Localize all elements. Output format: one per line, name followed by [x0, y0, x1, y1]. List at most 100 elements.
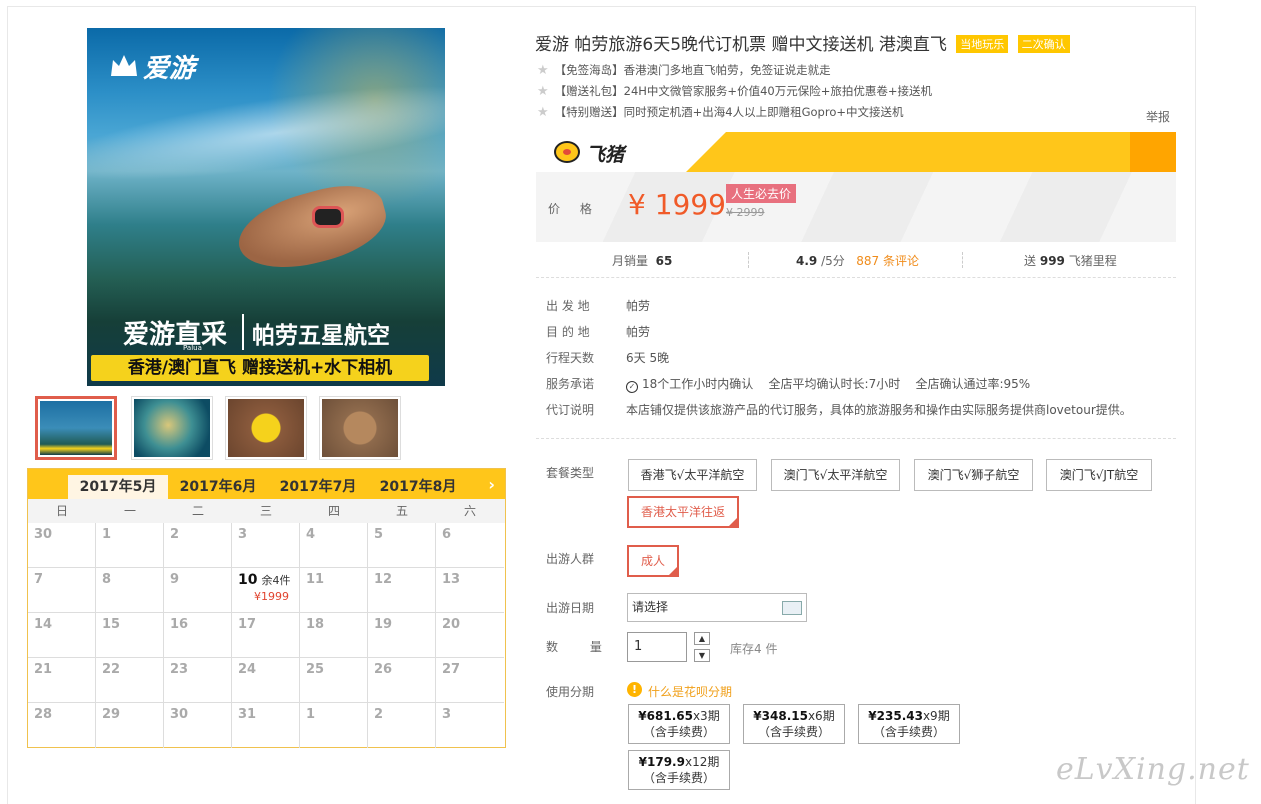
thumbnail-1[interactable]: [35, 396, 117, 460]
package-label: 套餐类型: [546, 466, 595, 480]
product-title-text: 爱游 帕劳旅游6天5晚代订机票 赠中文接送机 港澳直飞: [535, 35, 947, 55]
calendar-day-number: 20: [442, 617, 461, 632]
thumbnail-2[interactable]: [131, 396, 213, 460]
tab-month-4[interactable]: 2017年8月: [368, 475, 468, 499]
calendar-day-cell: 30: [164, 703, 232, 748]
brand-logo-text: 爱游: [143, 54, 196, 84]
weekday-label: 一: [123, 504, 136, 518]
weekday-label: 六: [463, 504, 476, 518]
calendar-day-number: 2: [170, 527, 180, 542]
calendar-day-number: 5: [374, 527, 384, 542]
calendar-day-number: 29: [102, 707, 121, 722]
quantity-label: 数 量: [546, 640, 616, 654]
rating: 4.9 /5分 887 条评论: [796, 254, 919, 268]
chevron-up-icon[interactable]: ▲: [694, 632, 710, 645]
package-option[interactable]: 澳门飞√太平洋航空: [771, 459, 900, 491]
tab-month-2[interactable]: 2017年6月: [168, 475, 268, 499]
info-service: 服务承诺 ✓ 18个工作小时内确认 全店平均确认时长:7小时 全店确认通过率:95%: [546, 377, 1031, 393]
package-option-selected[interactable]: 香港太平洋往返: [627, 496, 739, 528]
calendar-day-cell: 5: [368, 523, 436, 568]
monthly-sales: 月销量 65: [612, 254, 673, 268]
calendar-day-cell: 7: [28, 568, 96, 613]
chevron-down-icon[interactable]: ▼: [694, 649, 710, 662]
calendar-day-number: 26: [374, 662, 393, 677]
installment-option[interactable]: ¥681.65x3期 （含手续费）: [628, 704, 730, 744]
quantity-input[interactable]: 1: [627, 632, 687, 662]
calendar-day-number: 6: [442, 527, 452, 542]
calendar-day-number: 15: [102, 617, 121, 632]
package-option[interactable]: 澳门飞√狮子航空: [914, 459, 1033, 491]
date-select-input[interactable]: 请选择: [627, 593, 807, 622]
calendar-day-cell: 17: [232, 613, 300, 658]
weekday-label: 二: [191, 504, 204, 518]
calendar-day-cell: 12: [368, 568, 436, 613]
package-option[interactable]: 澳门飞√JT航空: [1046, 459, 1152, 491]
current-price: ¥ 1999: [628, 188, 726, 221]
crowd-label: 出游人群: [546, 552, 595, 566]
calendar-day-cell[interactable]: 10 余4件 ¥1999: [232, 568, 300, 613]
tab-month-1[interactable]: 2017年5月: [68, 475, 168, 499]
calendar-day-cell: 2: [368, 703, 436, 748]
palua-small-text: Palua: [183, 344, 202, 352]
calendar-day-cell: 1: [300, 703, 368, 748]
calendar-icon[interactable]: [782, 601, 802, 615]
product-main-image[interactable]: 爱游 爱游直采 帕劳五星航空 Palua 香港/澳门直飞 赠接送机+水下相机: [87, 28, 445, 386]
calendar-day-cell: 22: [96, 658, 164, 703]
info-circle-icon: !: [627, 682, 642, 697]
calendar-day-number: 30: [170, 707, 189, 722]
calendar-day-cell: 26: [368, 658, 436, 703]
calendar-stock-left: 余4件: [261, 574, 291, 587]
calendar-day-cell: 3: [436, 703, 504, 748]
thumbnail-3[interactable]: [225, 396, 307, 460]
banner-left-text: 爱游直采: [123, 320, 228, 350]
calendar-day-number: 28: [34, 707, 53, 722]
feature-item: ★ 【赠送礼包】24H中文微管家服务+价值40万元保险+旅拍优惠卷+接送机: [537, 84, 932, 99]
calendar-day-cell: 28: [28, 703, 96, 748]
installment-option[interactable]: ¥179.9x12期 （含手续费）: [628, 750, 730, 790]
calendar-day-cell: 9: [164, 568, 232, 613]
info-destination: 目 的 地帕劳: [546, 325, 651, 339]
calendar-day-number: 21: [34, 662, 53, 677]
calendar-day-number: 3: [238, 527, 248, 542]
calendar-day-number: 24: [238, 662, 257, 677]
check-circle-icon: ✓: [626, 381, 638, 393]
calendar-day-number: 9: [170, 572, 180, 587]
calendar-day-number: 10: [238, 572, 258, 588]
calendar-day-cell: 19: [368, 613, 436, 658]
reviews-link[interactable]: 887 条评论: [856, 254, 919, 268]
availability-calendar: 2017年5月 2017年6月 2017年7月 2017年8月 › 日 一 二 …: [27, 468, 506, 748]
weekday-label: 三: [259, 504, 272, 518]
feature-item: ★ 【特别赠送】同时预定机酒+出海4人以上即赠租Gopro+中文接送机: [537, 105, 904, 120]
thumbnail-4[interactable]: [319, 396, 401, 460]
report-link[interactable]: 举报: [1146, 108, 1170, 125]
crowd-option-adult[interactable]: 成人: [627, 545, 679, 577]
watermark-text: eLvXing.net: [1056, 752, 1250, 787]
tab-month-3[interactable]: 2017年7月: [268, 475, 368, 499]
fliggy-pig-icon: [554, 141, 580, 163]
package-option[interactable]: 香港飞√太平洋航空: [628, 459, 757, 491]
installment-option[interactable]: ¥348.15x6期 （含手续费）: [743, 704, 845, 744]
date-label: 出游日期: [546, 601, 595, 615]
star-icon: ★: [537, 84, 549, 99]
calendar-day-number: 23: [170, 662, 189, 677]
installment-option[interactable]: ¥235.43x9期 （含手续费）: [858, 704, 960, 744]
chevron-right-icon[interactable]: ›: [488, 475, 495, 494]
calendar-day-number: 1: [306, 707, 316, 722]
calendar-day-cell: 21: [28, 658, 96, 703]
calendar-day-number: 18: [306, 617, 325, 632]
calendar-day-number: 22: [102, 662, 121, 677]
calendar-day-number: 13: [442, 572, 461, 587]
banner-bottom-text: 香港/澳门直飞 赠接送机+水下相机: [91, 355, 429, 381]
calendar-day-number: 11: [306, 572, 325, 587]
miles-reward: 送 999 飞猪里程: [1024, 254, 1117, 268]
calendar-day-price: ¥1999: [254, 590, 289, 603]
feature-item: ★ 【免签海岛】香港澳门多地直飞帕劳，免签证说走就走: [537, 63, 831, 78]
calendar-day-number: 1: [102, 527, 112, 542]
crown-logo-icon: [111, 55, 137, 76]
info-departure: 出 发 地帕劳: [546, 299, 651, 313]
banner-right-text: 帕劳五星航空: [252, 323, 390, 349]
calendar-grid: 30 1 2 3 4 5 6 7 8 9 10 余4件 ¥1999 11 12 13 14 15 16 17 18 19 2…: [28, 523, 505, 748]
huabei-help-link[interactable]: 什么是花呗分期: [648, 683, 732, 700]
calendar-day-number: 17: [238, 617, 257, 632]
calendar-day-cell: 14: [28, 613, 96, 658]
